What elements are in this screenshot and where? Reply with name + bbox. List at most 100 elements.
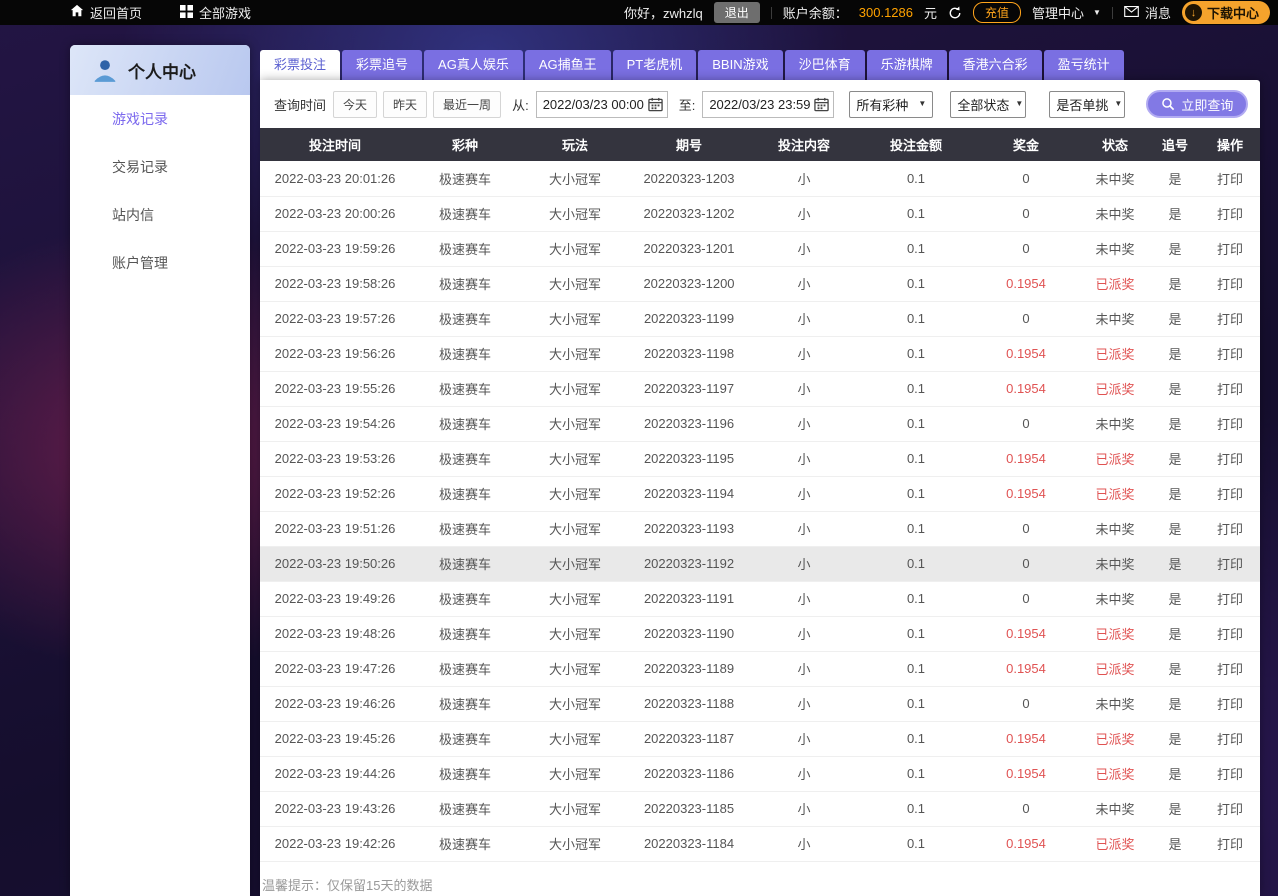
cell-action[interactable]: 打印 (1200, 756, 1260, 792)
cell-bet-amount: 0.1 (860, 161, 972, 197)
cell-status: 已派奖 (1080, 476, 1150, 512)
cell-lottery: 极速赛车 (410, 686, 520, 722)
logout-button[interactable]: 退出 (713, 2, 760, 23)
cell-chase: 是 (1150, 371, 1200, 407)
cell-action[interactable]: 打印 (1200, 196, 1260, 232)
table-row: 2022-03-23 19:54:26 极速赛车 大小冠军 20220323-1196… (260, 406, 1260, 442)
refresh-balance-icon[interactable] (948, 6, 962, 20)
from-date-input[interactable]: 2022/03/23 00:00 (535, 90, 668, 118)
tab-item[interactable]: 香港六合彩 (948, 50, 1042, 80)
cell-play: 大小冠军 (520, 196, 630, 232)
cell-bet-amount: 0.1 (860, 616, 972, 652)
cell-action[interactable]: 打印 (1200, 266, 1260, 302)
cell-action[interactable]: 打印 (1200, 161, 1260, 197)
cell-bet-time: 2022-03-23 19:50:26 (260, 546, 410, 582)
cell-play: 大小冠军 (520, 231, 630, 267)
cell-bet-time: 2022-03-23 19:53:26 (260, 441, 410, 477)
cell-play: 大小冠军 (520, 826, 630, 862)
tab-item[interactable]: AG捕鱼王 (524, 50, 611, 80)
query-button[interactable]: 立即查询 (1146, 90, 1249, 118)
sidebar-item[interactable]: 游戏记录 (70, 95, 250, 143)
recharge-button[interactable]: 充值 (973, 2, 1022, 23)
home-icon (70, 4, 84, 21)
cell-bet-time: 2022-03-23 19:59:26 (260, 231, 410, 267)
cell-bet-content: 小 (748, 651, 860, 687)
column-header: 状态 (1080, 128, 1150, 161)
cell-action[interactable]: 打印 (1200, 826, 1260, 862)
download-center-button[interactable]: ↓ 下载中心 (1181, 1, 1270, 24)
tab-item[interactable]: PT老虎机 (612, 50, 697, 80)
cell-bet-content: 小 (748, 791, 860, 827)
home-link[interactable]: 返回首页 (70, 3, 142, 22)
to-date-input[interactable]: 2022/03/23 23:59 (702, 90, 835, 118)
tab-item[interactable]: 彩票投注 (260, 50, 341, 80)
cell-bet-amount: 0.1 (860, 791, 972, 827)
cell-prize: 0.1954 (972, 616, 1080, 652)
cell-action[interactable]: 打印 (1200, 651, 1260, 687)
cell-status: 未中奖 (1080, 406, 1150, 442)
cell-lottery: 极速赛车 (410, 266, 520, 302)
sidebar-nav: 游戏记录 交易记录 站内信 账户管理 (70, 95, 250, 287)
bet-table-body: 2022-03-23 20:01:26 极速赛车 大小冠军 20220323-1203… (260, 161, 1260, 862)
cell-lottery: 极速赛车 (410, 616, 520, 652)
table-row: 2022-03-23 19:53:26 极速赛车 大小冠军 20220323-1195… (260, 441, 1260, 477)
chevron-down-icon: ▼ (918, 99, 927, 108)
cell-issue: 20220323-1189 (630, 651, 748, 687)
cell-chase: 是 (1150, 546, 1200, 582)
cell-action[interactable]: 打印 (1200, 546, 1260, 582)
admin-center-menu[interactable]: 管理中心 ▼ (1032, 3, 1101, 22)
table-row: 2022-03-23 19:42:26 极速赛车 大小冠军 20220323-1184… (260, 826, 1260, 862)
cell-action[interactable]: 打印 (1200, 791, 1260, 827)
cell-action[interactable]: 打印 (1200, 371, 1260, 407)
cell-action[interactable]: 打印 (1200, 231, 1260, 267)
cell-status: 已派奖 (1080, 826, 1150, 862)
cell-action[interactable]: 打印 (1200, 441, 1260, 477)
calendar-icon[interactable] (814, 97, 830, 112)
cell-status: 未中奖 (1080, 686, 1150, 722)
grid-icon (180, 4, 194, 21)
cell-action[interactable]: 打印 (1200, 721, 1260, 757)
single-select[interactable]: 是否单挑 ▼ (1049, 90, 1126, 118)
sidebar-item[interactable]: 站内信 (70, 191, 250, 239)
calendar-icon[interactable] (647, 97, 663, 112)
cell-issue: 20220323-1201 (630, 231, 748, 267)
cell-action[interactable]: 打印 (1200, 511, 1260, 547)
tab-item[interactable]: BBIN游戏 (698, 50, 783, 80)
cell-action[interactable]: 打印 (1200, 406, 1260, 442)
single-select-value: 是否单挑 (1056, 97, 1109, 113)
cell-issue: 20220323-1188 (630, 686, 748, 722)
cell-action[interactable]: 打印 (1200, 581, 1260, 617)
cell-action[interactable]: 打印 (1200, 476, 1260, 512)
tab-item[interactable]: 彩票追号 (342, 50, 423, 80)
lottery-select[interactable]: 所有彩种 ▼ (849, 90, 934, 118)
all-games-link[interactable]: 全部游戏 (180, 3, 251, 22)
cell-play: 大小冠军 (520, 616, 630, 652)
quick-range-button[interactable]: 昨天 (383, 90, 428, 118)
quick-range-button[interactable]: 最近一周 (433, 90, 502, 118)
tab-item[interactable]: 盈亏统计 (1043, 50, 1124, 80)
cell-action[interactable]: 打印 (1200, 336, 1260, 372)
cell-bet-amount: 0.1 (860, 336, 972, 372)
cell-action[interactable]: 打印 (1200, 616, 1260, 652)
tab-item[interactable]: 乐游棋牌 (866, 50, 947, 80)
sidebar-item[interactable]: 账户管理 (70, 239, 250, 287)
topbar-right: 你好，zwhzlq 退出 账户余额： 300.1286 元 充值 管理中心 ▼ … (624, 1, 1270, 24)
tab-item[interactable]: AG真人娱乐 (424, 50, 523, 80)
cell-chase: 是 (1150, 756, 1200, 792)
cell-prize: 0.1954 (972, 441, 1080, 477)
table-row: 2022-03-23 19:50:26 极速赛车 大小冠军 20220323-1192… (260, 546, 1260, 582)
cell-status: 已派奖 (1080, 651, 1150, 687)
lottery-select-value: 所有彩种 (856, 97, 909, 113)
tab-item[interactable]: 沙巴体育 (784, 50, 865, 80)
cell-issue: 20220323-1184 (630, 826, 748, 862)
status-select[interactable]: 全部状态 ▼ (950, 90, 1027, 118)
cell-play: 大小冠军 (520, 266, 630, 302)
balance-value: 300.1286 (858, 5, 913, 20)
cell-action[interactable]: 打印 (1200, 686, 1260, 722)
cell-play: 大小冠军 (520, 546, 630, 582)
messages-link[interactable]: 消息 (1124, 3, 1171, 22)
quick-range-button[interactable]: 今天 (333, 90, 378, 118)
cell-action[interactable]: 打印 (1200, 301, 1260, 337)
cell-bet-content: 小 (748, 231, 860, 267)
sidebar-item[interactable]: 交易记录 (70, 143, 250, 191)
